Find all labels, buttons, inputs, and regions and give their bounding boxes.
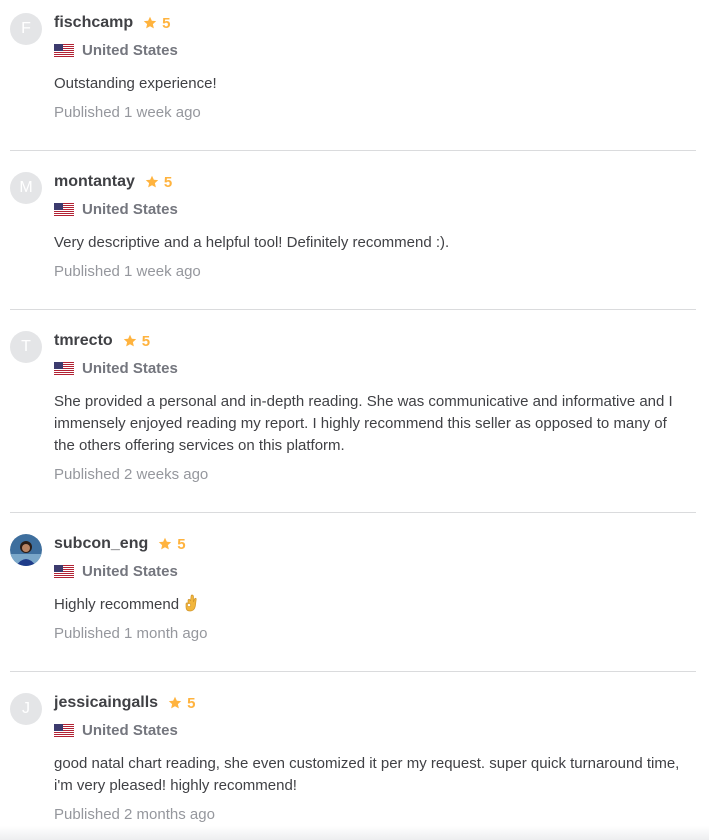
rating-value: 5 <box>141 332 151 350</box>
avatar[interactable]: M <box>10 172 42 204</box>
published-date: Published 2 weeks ago <box>54 466 209 483</box>
review-item: T tmrecto 5 United States She provided a… <box>10 330 696 513</box>
avatar[interactable]: J <box>10 693 42 725</box>
review-text: Very descriptive and a helpful tool! Def… <box>54 234 450 251</box>
ok-hand-icon <box>185 594 197 612</box>
review-item: F fischcamp 5 United States Outstanding … <box>10 12 696 151</box>
scroll-fade <box>0 826 709 840</box>
rating-value: 5 <box>163 173 173 191</box>
avatar[interactable]: T <box>10 331 42 363</box>
published-date: Published 1 week ago <box>54 263 201 280</box>
star-icon <box>143 16 157 29</box>
reviewer-username[interactable]: montantay <box>54 173 135 191</box>
us-flag-icon <box>54 361 74 375</box>
avatar[interactable] <box>10 534 42 566</box>
rating-value: 5 <box>187 694 196 712</box>
us-flag-icon <box>54 43 74 57</box>
reviewer-country: United States <box>82 41 178 59</box>
published-date: Published 2 months ago <box>54 806 215 823</box>
review-item: J jessicaingalls 5 United States good na… <box>10 692 696 840</box>
review-text: Outstanding experience! <box>54 75 217 92</box>
rating-value: 5 <box>177 535 186 553</box>
reviewer-username[interactable]: jessicaingalls <box>54 694 158 712</box>
reviewer-username[interactable]: subcon_eng <box>54 535 148 553</box>
reviewer-country: United States <box>82 562 178 580</box>
us-flag-icon <box>54 202 74 216</box>
us-flag-icon <box>54 723 74 737</box>
review-text: She provided a personal and in-depth rea… <box>54 393 673 454</box>
star-icon <box>159 537 172 550</box>
avatar-photo-icon <box>10 534 42 566</box>
avatar[interactable]: F <box>10 13 42 45</box>
reviewer-username[interactable]: tmrecto <box>54 332 113 350</box>
reviewer-username[interactable]: fischcamp <box>54 14 133 32</box>
review-item: subcon_eng 5 United States Highly recomm… <box>10 533 696 672</box>
reviewer-country: United States <box>82 359 178 377</box>
us-flag-icon <box>54 564 74 578</box>
review-text: good natal chart reading, she even custo… <box>54 755 680 794</box>
review-item: M montantay 5 United States Very descrip… <box>10 171 696 310</box>
review-text-content: Highly recommend <box>54 596 180 613</box>
review-text: Highly recommend <box>54 594 690 616</box>
published-date: Published 1 week ago <box>54 104 201 121</box>
reviewer-country: United States <box>82 721 178 739</box>
star-icon <box>168 696 182 709</box>
star-icon <box>145 175 159 188</box>
published-date: Published 1 month ago <box>54 625 208 642</box>
rating-value: 5 <box>162 14 171 32</box>
star-icon <box>123 334 136 347</box>
reviewer-country: United States <box>82 200 178 218</box>
